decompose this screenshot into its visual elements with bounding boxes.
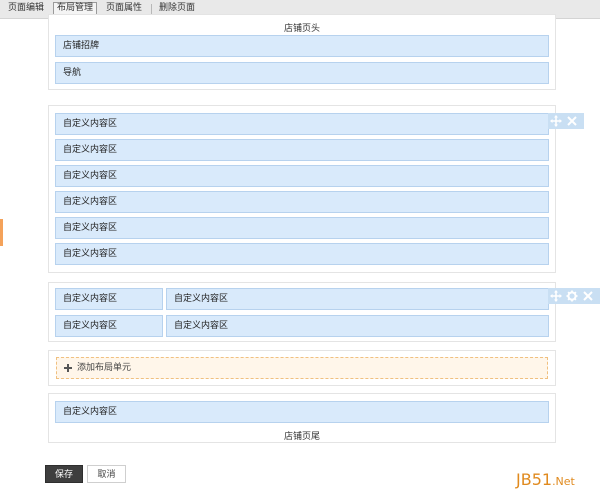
- left-edge-tab[interactable]: [0, 219, 3, 246]
- add-layout-unit-button[interactable]: 添加布局单元: [56, 357, 548, 379]
- move-icon[interactable]: [548, 288, 564, 304]
- custom-content-module[interactable]: 自定义内容区: [55, 139, 549, 161]
- toolbar-divider: [151, 4, 152, 14]
- custom-content-module[interactable]: 自定义内容区: [55, 288, 163, 310]
- watermark-main: JB51: [516, 470, 553, 489]
- watermark-suffix: .Net: [552, 475, 575, 488]
- add-unit-section: 添加布局单元: [48, 350, 556, 386]
- close-icon[interactable]: [580, 288, 596, 304]
- custom-content-module[interactable]: 自定义内容区: [166, 288, 549, 310]
- gear-icon[interactable]: [564, 288, 580, 304]
- watermark-logo: JB51.Net: [516, 470, 575, 489]
- section-tools: [548, 288, 600, 304]
- module-navigation[interactable]: 导航: [55, 62, 549, 84]
- footer-title: 店铺页尾: [283, 432, 320, 442]
- custom-content-module[interactable]: 自定义内容区: [55, 217, 549, 239]
- add-layout-unit-label: 添加布局单元: [77, 363, 132, 373]
- cancel-button[interactable]: 取消: [87, 465, 126, 483]
- single-column-section: 自定义内容区 自定义内容区 自定义内容区 自定义内容区 自定义内容区 自定义内容…: [48, 105, 556, 273]
- custom-content-module[interactable]: 自定义内容区: [55, 165, 549, 187]
- close-icon[interactable]: [564, 113, 580, 129]
- two-column-section: 自定义内容区 自定义内容区 自定义内容区 自定义内容区: [48, 282, 556, 342]
- custom-content-module[interactable]: 自定义内容区: [55, 401, 549, 423]
- footer-section: 自定义内容区 店铺页尾: [48, 393, 556, 443]
- plus-icon: [64, 364, 72, 372]
- module-shop-sign[interactable]: 店铺招牌: [55, 35, 549, 57]
- section-tools: [548, 113, 584, 129]
- custom-content-module[interactable]: 自定义内容区: [55, 113, 549, 135]
- custom-content-module[interactable]: 自定义内容区: [166, 315, 549, 337]
- custom-content-module[interactable]: 自定义内容区: [55, 315, 163, 337]
- header-title: 店铺页头: [283, 24, 320, 34]
- move-icon[interactable]: [548, 113, 564, 129]
- header-section: 店铺页头 店铺招牌 导航: [48, 14, 556, 90]
- custom-content-module[interactable]: 自定义内容区: [55, 191, 549, 213]
- save-button[interactable]: 保存: [45, 465, 83, 483]
- custom-content-module[interactable]: 自定义内容区: [55, 243, 549, 265]
- tab-page-edit[interactable]: 页面编辑: [5, 2, 47, 15]
